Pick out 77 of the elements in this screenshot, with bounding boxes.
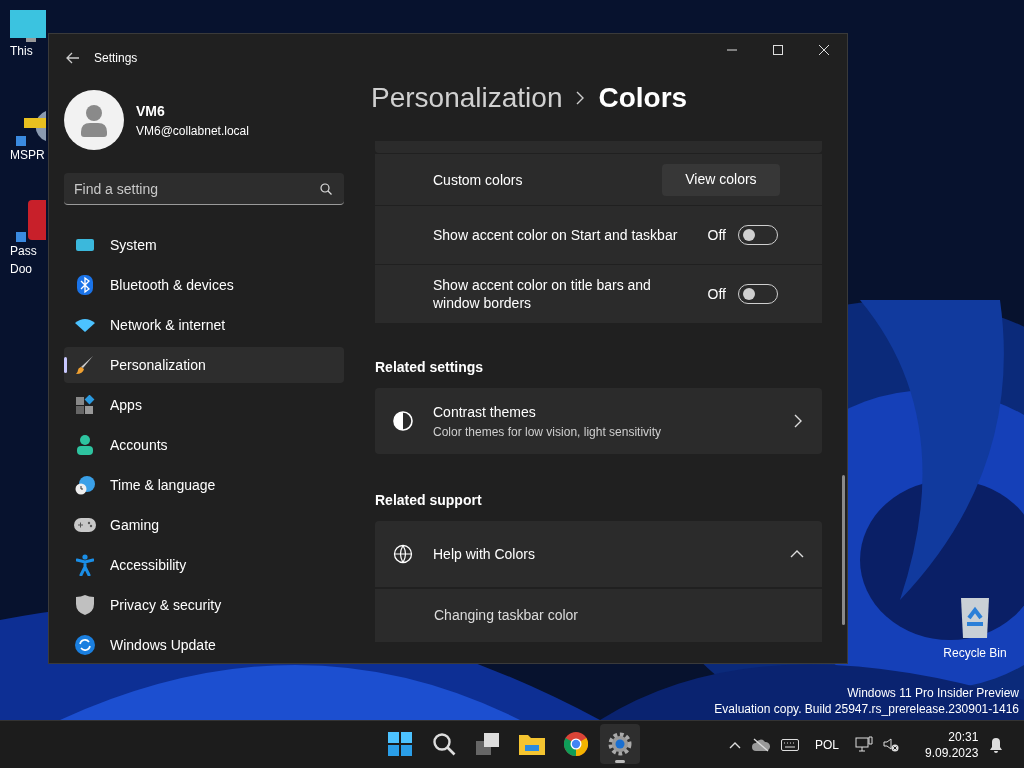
close-icon[interactable]	[819, 45, 829, 55]
user-email: VM6@collabnet.local	[136, 122, 249, 140]
browser-icon[interactable]	[564, 732, 588, 756]
accessibility-icon	[76, 554, 94, 576]
chevron-right-icon	[794, 414, 802, 428]
settings-card[interactable]: Contrast themes Color themes for low vision, light sensitivity	[375, 388, 822, 454]
refresh-icon	[75, 635, 95, 655]
nav-item[interactable]: Network & internet	[64, 307, 344, 343]
help-link[interactable]: Changing taskbar color	[375, 589, 822, 642]
desktop-icon-label: Pass	[10, 244, 37, 258]
nav-item[interactable]: Bluetooth & devices	[64, 267, 344, 303]
toggle-state-label: Off	[707, 225, 726, 245]
globe-clock-icon	[75, 475, 95, 495]
person-icon	[76, 435, 94, 455]
laptop-icon	[75, 237, 95, 253]
window-title: Settings	[94, 49, 138, 67]
paintbrush-icon	[75, 355, 95, 375]
view-colors-button[interactable]: View colors	[661, 163, 780, 196]
avatar-icon[interactable]	[64, 90, 124, 151]
nav-item[interactable]: Time & language	[64, 467, 344, 503]
clock-time[interactable]: 20:31	[948, 729, 979, 745]
desktop-icon-label: This	[10, 44, 33, 58]
monitor-icon[interactable]	[10, 10, 46, 44]
globe-search-icon	[393, 544, 413, 564]
section-heading: Related settings	[375, 358, 485, 377]
folder-icon[interactable]	[519, 733, 545, 755]
keyboard-icon[interactable]	[781, 739, 799, 751]
section-heading: Related support	[375, 491, 483, 510]
cloud-icon[interactable]	[751, 738, 771, 752]
watermark-text: Evaluation copy. Build 25947.rs_prerelease.230901-1416	[714, 701, 1019, 717]
nav-item[interactable]: Personalization	[64, 347, 344, 383]
wifi-icon	[75, 318, 95, 332]
nav-item[interactable]: Accessibility	[64, 547, 344, 583]
chevron-right-icon	[576, 90, 585, 105]
breadcrumb-link[interactable]: Personalization	[371, 76, 563, 119]
notification-bell-icon[interactable]	[989, 737, 1003, 753]
nav-item[interactable]: Accounts	[64, 427, 344, 463]
clock-date[interactable]: 9.09.2023	[925, 745, 979, 761]
apps-icon	[75, 395, 95, 415]
back-arrow-icon[interactable]	[66, 50, 80, 65]
network-icon[interactable]	[855, 736, 873, 754]
desktop-icon-label: Doo	[10, 262, 32, 276]
gamepad-icon	[74, 518, 96, 532]
nav-item[interactable]: System	[64, 227, 344, 263]
help-expander[interactable]: Help with Colors	[375, 521, 822, 587]
nav-item[interactable]: Windows Update	[64, 627, 344, 663]
search-icon[interactable]	[432, 732, 456, 756]
user-name: VM6	[136, 101, 166, 121]
scrollbar[interactable]	[842, 475, 845, 625]
taskbar-button[interactable]	[600, 724, 640, 764]
recycle-bin-label: Recycle Bin	[943, 645, 1007, 662]
nav-item[interactable]: Privacy & security	[64, 587, 344, 623]
maximize-icon[interactable]	[773, 45, 783, 55]
gear-icon[interactable]	[608, 732, 632, 756]
page-title: Colors	[598, 80, 688, 115]
toggle-state-label: Off	[707, 284, 726, 304]
bluetooth-icon	[76, 275, 94, 295]
search-icon[interactable]	[320, 183, 332, 195]
setting-label: Show accent color on title bars and window borders	[433, 276, 652, 312]
watermark-text: Windows 11 Pro Insider Preview	[847, 685, 1019, 701]
contrast-icon	[393, 411, 413, 431]
nav-item[interactable]: Gaming	[64, 507, 344, 543]
volume-muted-icon[interactable]	[883, 737, 899, 753]
expander-title: Help with Colors	[433, 544, 536, 564]
shield-icon	[76, 595, 94, 615]
chevron-up-icon[interactable]	[729, 741, 741, 749]
language-indicator[interactable]: POL	[809, 736, 845, 754]
card-subtitle: Color themes for low vision, light sensitivity	[433, 423, 663, 441]
start-icon[interactable]	[388, 732, 412, 756]
setting-label: Show accent color on Start and taskbar	[433, 226, 679, 244]
nav-item[interactable]: Apps	[64, 387, 344, 423]
search-field[interactable]: Find a setting	[64, 173, 344, 205]
desktop-icon-label: MSPR	[10, 148, 45, 162]
card-title: Contrast themes	[433, 402, 537, 422]
task-view-icon[interactable]	[476, 733, 500, 755]
setting-label: Custom colors	[433, 170, 524, 189]
chevron-up-icon	[790, 550, 804, 558]
